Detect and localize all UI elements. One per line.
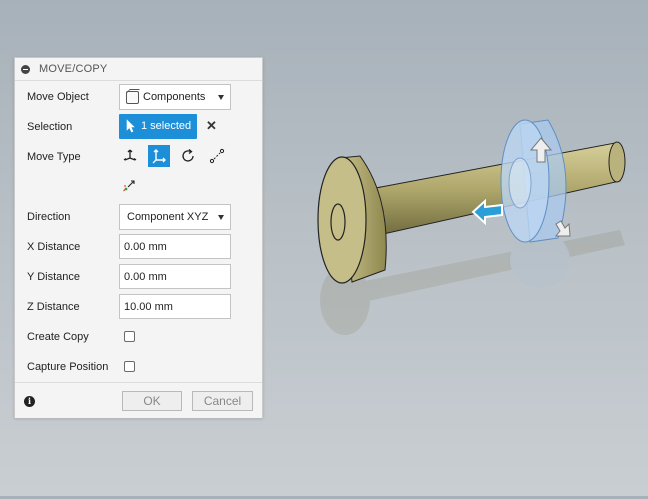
create-copy-label: Create Copy — [27, 331, 89, 343]
cube-icon — [126, 91, 139, 104]
move-object-dropdown[interactable]: Components — [119, 84, 231, 110]
y-distance-input[interactable] — [119, 264, 231, 289]
move-type-label: Move Type — [27, 151, 81, 163]
info-icon[interactable]: i — [24, 396, 35, 407]
rotate-icon[interactable] — [177, 145, 199, 167]
panel-footer: i OK Cancel — [15, 382, 262, 418]
move-copy-panel: MOVE/COPY Move Object Components Selecti… — [14, 57, 263, 418]
cursor-icon — [126, 119, 135, 133]
point-to-position-icon[interactable] — [119, 174, 141, 196]
direction-value: Component XYZ — [127, 211, 209, 223]
selection-count: 1 selected — [141, 120, 192, 132]
flange-face — [317, 156, 367, 284]
free-move-icon[interactable] — [119, 145, 141, 167]
cancel-button[interactable]: Cancel — [192, 391, 253, 411]
move-object-value: Components — [143, 91, 206, 103]
panel-title: MOVE/COPY — [39, 63, 108, 75]
move-object-label: Move Object — [27, 91, 89, 103]
z-distance-label: Z Distance — [27, 301, 80, 313]
close-icon[interactable]: ✕ — [206, 119, 217, 132]
selection-label: Selection — [27, 121, 73, 133]
shaft-end — [608, 141, 626, 183]
chevron-down-icon — [218, 215, 224, 220]
capture-position-checkbox[interactable] — [124, 361, 135, 372]
x-distance-input[interactable] — [119, 234, 231, 259]
gizmo-arrow-y[interactable] — [554, 220, 571, 237]
z-distance-input[interactable] — [119, 294, 231, 319]
capture-position-label: Capture Position — [27, 361, 109, 373]
create-copy-checkbox[interactable] — [124, 331, 135, 342]
x-distance-label: X Distance — [27, 241, 81, 253]
panel-header: MOVE/COPY — [15, 58, 262, 81]
selection-button[interactable]: 1 selected — [119, 114, 197, 139]
point-to-point-icon[interactable] — [206, 145, 228, 167]
ok-button[interactable]: OK — [122, 391, 182, 411]
collapse-icon[interactable] — [21, 65, 30, 74]
shaft[interactable] — [364, 142, 623, 238]
chevron-down-icon — [218, 95, 224, 100]
y-distance-label: Y Distance — [27, 271, 80, 283]
direction-label: Direction — [27, 211, 71, 223]
direction-dropdown[interactable]: Component XYZ — [119, 204, 231, 230]
translate-icon[interactable] — [148, 145, 170, 167]
